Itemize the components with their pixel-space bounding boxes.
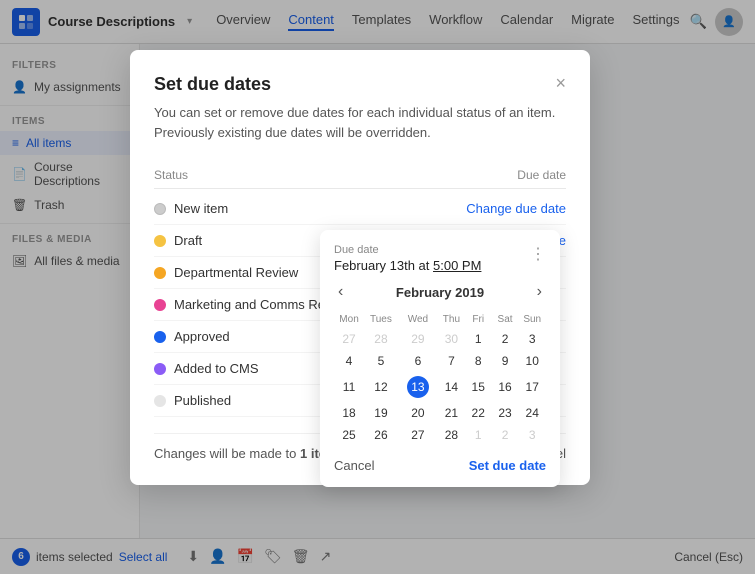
status-dot-marketing (154, 299, 166, 311)
date-picker-label: Due date (334, 244, 481, 256)
status-row-new-item: New item Change due date (154, 193, 566, 225)
app-container: Course Descriptions ▾ Overview Content T… (0, 0, 755, 574)
modal-title: Set due dates (154, 74, 271, 95)
cal-day[interactable]: 5 (364, 350, 398, 372)
cal-day[interactable]: 3 (518, 424, 546, 446)
status-row-left: New item (154, 201, 228, 216)
status-dot-new-item (154, 203, 166, 215)
day-sun: Sun (518, 311, 546, 328)
cal-day[interactable]: 14 (438, 372, 465, 402)
date-picker-cancel-button[interactable]: Cancel (334, 458, 374, 473)
cal-day[interactable]: 1 (465, 328, 492, 350)
calendar-week-5: 25 26 27 28 1 2 3 (334, 424, 546, 446)
cal-day[interactable]: 28 (364, 328, 398, 350)
status-dot-dept (154, 267, 166, 279)
cal-day[interactable]: 9 (492, 350, 519, 372)
change-due-date-new-item[interactable]: Change due date (466, 201, 566, 216)
calendar-week-4: 18 19 20 21 22 23 24 (334, 402, 546, 424)
date-picker-actions: Cancel Set due date (334, 458, 546, 473)
cal-day[interactable]: 16 (492, 372, 519, 402)
status-row-left-cms: Added to CMS (154, 361, 259, 376)
status-name-new-item: New item (174, 201, 228, 216)
calendar-nav: ‹ February 2019 › (334, 283, 546, 301)
cal-day[interactable]: 18 (334, 402, 364, 424)
cal-day[interactable]: 19 (364, 402, 398, 424)
cal-day[interactable]: 21 (438, 402, 465, 424)
cal-day[interactable]: 27 (398, 424, 438, 446)
cal-day[interactable]: 10 (518, 350, 546, 372)
calendar-week-1: 27 28 29 30 1 2 3 (334, 328, 546, 350)
cal-day[interactable]: 28 (438, 424, 465, 446)
cal-day[interactable]: 27 (334, 328, 364, 350)
modal-header: Set due dates × (154, 74, 566, 95)
status-name-published: Published (174, 393, 231, 408)
modal-description: You can set or remove due dates for each… (154, 103, 566, 142)
cal-day-today[interactable]: 13 (398, 372, 438, 402)
status-table-header: Status Due date (154, 162, 566, 189)
day-mon: Mon (334, 311, 364, 328)
cal-day[interactable]: 25 (334, 424, 364, 446)
status-dot-published (154, 395, 166, 407)
calendar-next-button[interactable]: › (533, 283, 546, 301)
header-status: Status (154, 168, 188, 182)
day-fri: Fri (465, 311, 492, 328)
calendar-month-year: February 2019 (396, 285, 484, 300)
header-due-date: Due date (517, 168, 566, 182)
cal-day[interactable]: 24 (518, 402, 546, 424)
day-thu: Thu (438, 311, 465, 328)
calendar-week-2: 4 5 6 7 8 9 10 (334, 350, 546, 372)
calendar-grid: Mon Tues Wed Thu Fri Sat Sun 27 28 29 30 (334, 311, 546, 446)
cal-day[interactable]: 6 (398, 350, 438, 372)
cal-day[interactable]: 26 (364, 424, 398, 446)
cal-day[interactable]: 12 (364, 372, 398, 402)
cal-day[interactable]: 23 (492, 402, 519, 424)
cal-day[interactable]: 20 (398, 402, 438, 424)
calendar-prev-button[interactable]: ‹ (334, 283, 347, 301)
more-options-icon[interactable]: ⋮ (530, 244, 546, 264)
day-wed: Wed (398, 311, 438, 328)
cal-day[interactable]: 2 (492, 424, 519, 446)
date-picker-popover: Due date February 13th at 5:00 PM ⋮ ‹ Fe… (320, 230, 560, 487)
status-name-dept: Departmental Review (174, 265, 298, 280)
day-sat: Sat (492, 311, 519, 328)
cal-day[interactable]: 7 (438, 350, 465, 372)
cal-day[interactable]: 22 (465, 402, 492, 424)
date-picker-info: Due date February 13th at 5:00 PM (334, 244, 481, 273)
status-dot-draft (154, 235, 166, 247)
status-name-draft: Draft (174, 233, 202, 248)
status-row-left-dept: Departmental Review (154, 265, 298, 280)
status-dot-approved (154, 331, 166, 343)
cal-day[interactable]: 29 (398, 328, 438, 350)
status-row-left-approved: Approved (154, 329, 230, 344)
cal-day[interactable]: 4 (334, 350, 364, 372)
cal-day[interactable]: 8 (465, 350, 492, 372)
cal-day[interactable]: 30 (438, 328, 465, 350)
modal-close-button[interactable]: × (555, 74, 566, 92)
calendar-week-3: 11 12 13 14 15 16 17 (334, 372, 546, 402)
status-name-approved: Approved (174, 329, 230, 344)
cal-day[interactable]: 3 (518, 328, 546, 350)
date-picker-header: Due date February 13th at 5:00 PM ⋮ (334, 244, 546, 273)
status-name-cms: Added to CMS (174, 361, 259, 376)
status-row-left-published: Published (154, 393, 231, 408)
modal-footer-text: Changes will be made to 1 item (154, 446, 338, 461)
status-row-left-draft: Draft (154, 233, 202, 248)
day-tues: Tues (364, 311, 398, 328)
date-picker-set-button[interactable]: Set due date (469, 458, 546, 473)
cal-day[interactable]: 1 (465, 424, 492, 446)
cal-day[interactable]: 15 (465, 372, 492, 402)
cal-day[interactable]: 2 (492, 328, 519, 350)
status-dot-cms (154, 363, 166, 375)
cal-day[interactable]: 17 (518, 372, 546, 402)
date-picker-value: February 13th at 5:00 PM (334, 258, 481, 273)
cal-day[interactable]: 11 (334, 372, 364, 402)
